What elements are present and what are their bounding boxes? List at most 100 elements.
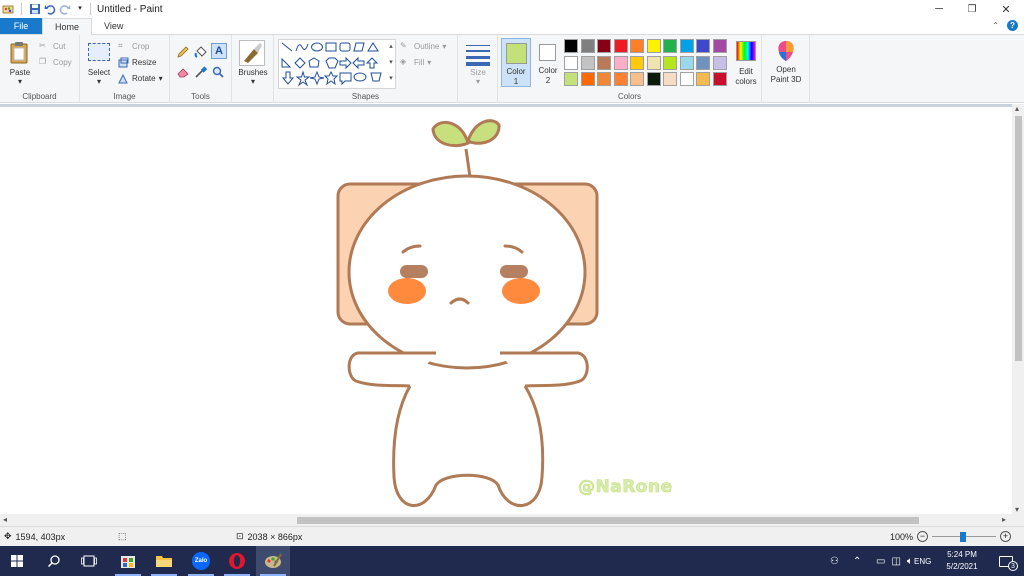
palette-color-swatch[interactable] (712, 55, 727, 70)
color1-button[interactable]: Color 1 (501, 38, 531, 87)
cut-button[interactable]: ✂ Cut (39, 41, 65, 52)
palette-color-swatch[interactable] (696, 72, 710, 86)
taskbar-file-explorer[interactable] (147, 546, 181, 576)
palette-color-swatch[interactable] (646, 72, 661, 86)
task-view-button[interactable] (72, 546, 106, 576)
volume-icon[interactable]: 🔈︎ (907, 556, 913, 567)
zoom-slider-thumb[interactable] (960, 531, 967, 542)
help-icon[interactable]: ? (1007, 20, 1018, 31)
palette-color-swatch[interactable] (646, 55, 661, 70)
taskbar-zalo[interactable]: Zalo (184, 546, 218, 576)
palette-color-swatch[interactable] (663, 55, 677, 70)
language-indicator[interactable]: ENG (914, 546, 931, 576)
palette-color-swatch[interactable] (630, 55, 644, 70)
color-picker-icon[interactable] (194, 65, 208, 79)
redo-icon[interactable] (59, 3, 71, 15)
palette-color-swatch[interactable] (712, 39, 727, 53)
palette-color-swatch[interactable] (630, 39, 644, 53)
collapse-ribbon-icon[interactable]: ⌃ (992, 21, 999, 30)
scroll-up-icon[interactable]: ▴ (1015, 104, 1019, 113)
fill-bucket-icon[interactable] (194, 45, 208, 59)
zoom-out-button[interactable]: − (917, 531, 929, 542)
palette-color-swatch[interactable] (564, 55, 578, 70)
palette-color-swatch[interactable] (564, 39, 578, 53)
palette-color-swatch[interactable] (613, 39, 628, 53)
palette-color-swatch[interactable] (597, 55, 611, 70)
clock[interactable]: 5:24 PM 5/2/2021 (940, 546, 984, 576)
tab-home[interactable]: Home (42, 18, 93, 35)
drawing-canvas[interactable]: @NaRone (0, 107, 1012, 514)
search-button[interactable] (37, 546, 71, 576)
crop-button[interactable]: ⌗ Crop (118, 41, 149, 52)
palette-color-swatch[interactable] (712, 72, 727, 86)
horizontal-scroll-thumb[interactable] (297, 517, 919, 524)
tab-file[interactable]: File (0, 18, 42, 34)
palette-color-swatch[interactable] (696, 39, 710, 53)
fill-button[interactable]: ◈ Fill ▾ (400, 57, 431, 68)
rotate-button[interactable]: Rotate ▾ (118, 73, 163, 84)
palette-color-swatch[interactable] (630, 72, 644, 86)
size-dropdown-icon[interactable]: ▾ (458, 77, 498, 87)
palette-color-swatch[interactable] (663, 39, 677, 53)
network-icon[interactable]: ◫ (891, 556, 900, 567)
people-icon[interactable]: ⚇ (830, 556, 839, 567)
minimize-button[interactable]: ─ (922, 0, 956, 18)
customize-quick-access-icon[interactable]: ▾ (74, 3, 86, 15)
palette-color-swatch[interactable] (613, 72, 628, 86)
palette-color-swatch[interactable] (679, 55, 694, 70)
eraser-icon[interactable] (176, 65, 190, 79)
palette-color-swatch[interactable] (613, 55, 628, 70)
outline-button[interactable]: ✎ Outline ▾ (400, 41, 446, 52)
show-hidden-icons-icon[interactable]: ⌃ (853, 556, 861, 567)
taskbar-opera[interactable] (220, 546, 254, 576)
palette-color-swatch[interactable] (580, 39, 595, 53)
palette-color-swatch[interactable] (679, 72, 694, 86)
taskbar-app-store[interactable] (111, 546, 145, 576)
left-leaf (431, 120, 470, 148)
select-icon[interactable] (88, 43, 110, 61)
brushes-group: Brushes ▾ (232, 35, 274, 103)
shapes-gallery-icons[interactable] (279, 40, 389, 88)
scroll-right-icon[interactable]: ▸ (1002, 515, 1006, 524)
zoom-in-button[interactable]: + (1000, 531, 1012, 542)
palette-color-swatch[interactable] (663, 72, 677, 86)
scroll-down-icon[interactable]: ▾ (1015, 505, 1019, 514)
select-dropdown-icon[interactable]: ▾ (82, 77, 116, 87)
taskbar-paint[interactable] (256, 546, 290, 576)
close-button[interactable]: ✕ (989, 0, 1023, 18)
size-icon[interactable] (466, 43, 490, 66)
paste-dropdown-icon[interactable]: ▾ (4, 77, 36, 87)
start-button[interactable] (0, 546, 34, 576)
edit-colors-button[interactable]: Edit colors (732, 39, 762, 89)
tab-view[interactable]: View (92, 18, 135, 34)
scroll-left-icon[interactable]: ◂ (3, 515, 7, 524)
notifications-button[interactable]: 3 (992, 546, 1020, 576)
brushes-dropdown-icon[interactable]: ▾ (232, 77, 274, 87)
restore-button[interactable]: ❐ (955, 0, 989, 18)
paste-icon[interactable] (9, 41, 31, 65)
undo-icon[interactable] (44, 3, 56, 15)
palette-color-swatch[interactable] (646, 39, 661, 53)
palette-color-swatch[interactable] (679, 39, 694, 53)
horizontal-scrollbar[interactable]: ◂ ▸ (0, 514, 1024, 526)
vertical-scroll-thumb[interactable] (1015, 116, 1022, 361)
palette-color-swatch[interactable] (696, 55, 710, 70)
copy-button[interactable]: ❐ Copy (39, 57, 72, 68)
palette-color-swatch[interactable] (597, 39, 611, 53)
zoom-slider[interactable] (932, 531, 997, 542)
save-icon[interactable] (29, 3, 41, 15)
palette-color-swatch[interactable] (597, 72, 611, 86)
resize-button[interactable]: Resize (118, 57, 156, 68)
vertical-scrollbar[interactable]: ▴ ▾ (1012, 104, 1024, 514)
shapes-scroll[interactable]: ▴ ▾ ▾ (386, 39, 396, 89)
pencil-icon[interactable] (176, 45, 190, 59)
brushes-icon[interactable] (239, 40, 265, 66)
palette-color-swatch[interactable] (564, 72, 578, 86)
text-tool-icon[interactable]: A (211, 43, 227, 59)
magnifier-icon[interactable] (211, 65, 225, 79)
battery-icon[interactable]: ▭ (876, 556, 885, 567)
palette-color-swatch[interactable] (580, 72, 595, 86)
open-paint3d-button[interactable]: Open Paint 3D (762, 37, 810, 87)
color2-button[interactable]: Color 2 (534, 38, 562, 87)
palette-color-swatch[interactable] (580, 55, 595, 70)
